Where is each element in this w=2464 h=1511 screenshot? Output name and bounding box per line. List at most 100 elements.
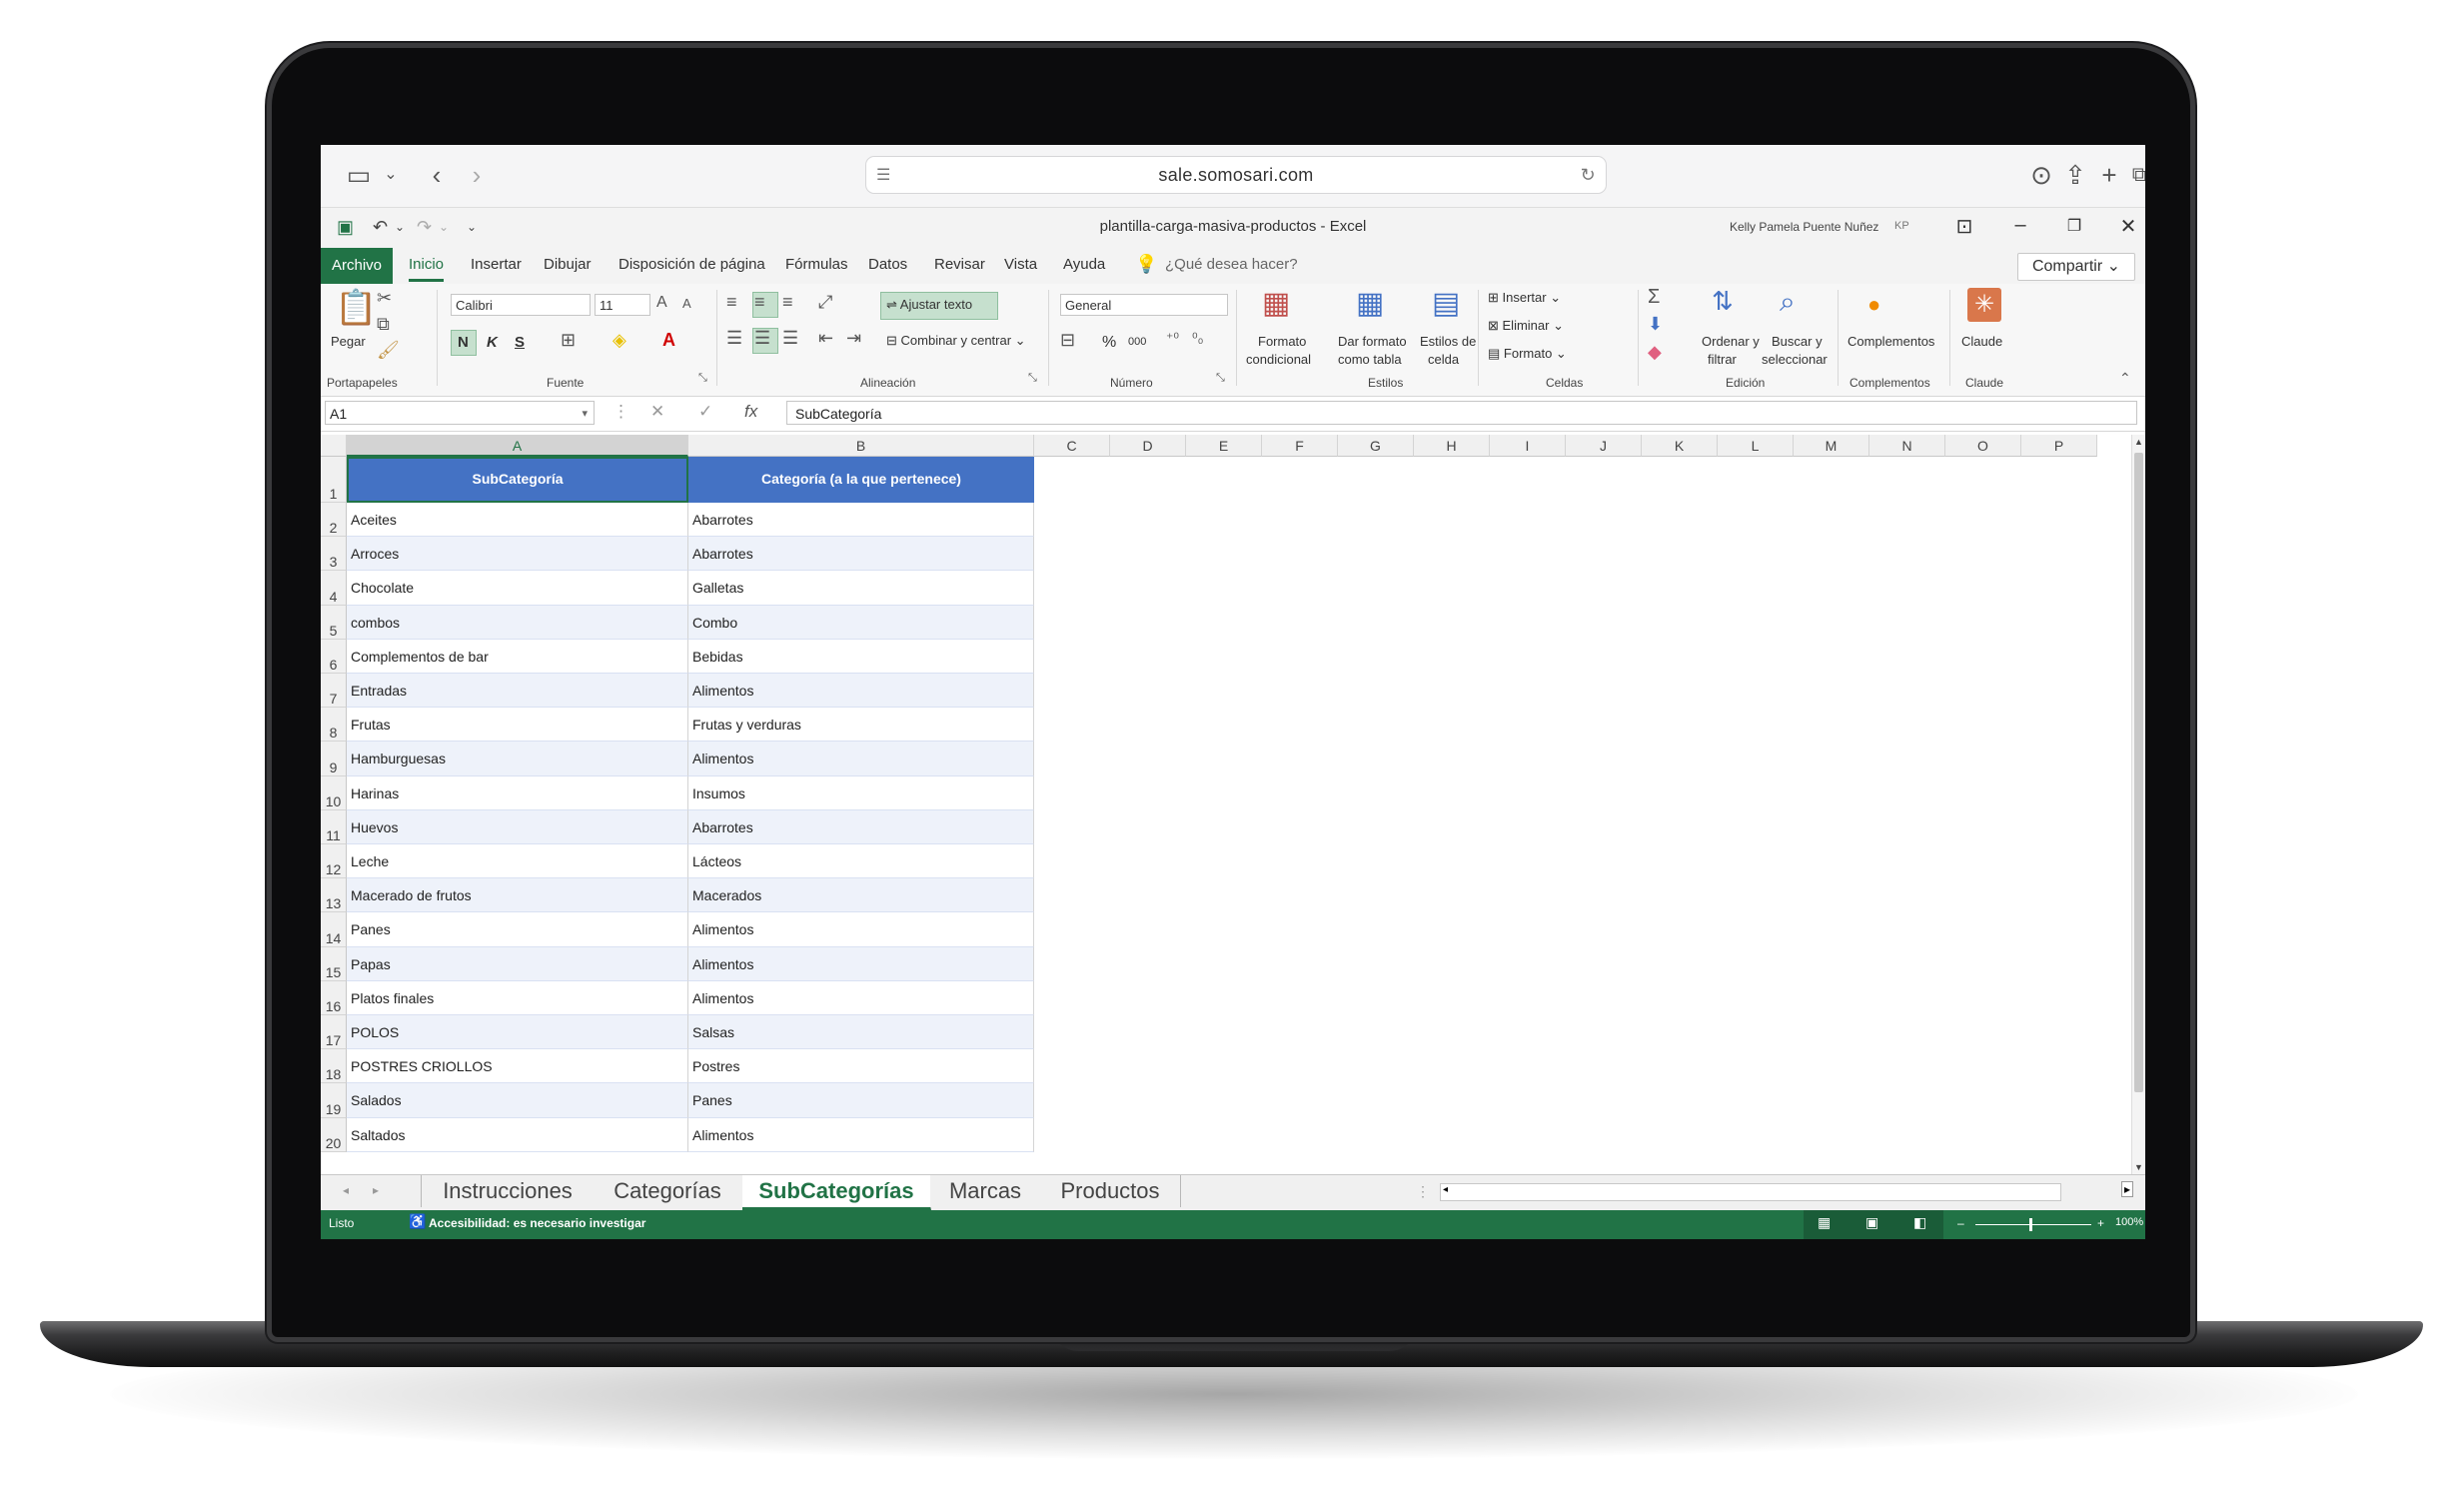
- tab-ayuda[interactable]: Ayuda: [1063, 256, 1105, 273]
- cell-styles-icon[interactable]: ▤: [1432, 286, 1460, 321]
- row-header[interactable]: 18: [321, 1049, 347, 1084]
- decrease-font-icon[interactable]: A: [682, 296, 691, 311]
- column-header[interactable]: O: [1945, 435, 2021, 457]
- column-header[interactable]: F: [1262, 435, 1338, 457]
- format-as-table-label-2[interactable]: como tabla: [1338, 352, 1402, 367]
- share-icon[interactable]: ⇪: [2059, 159, 2091, 191]
- row-header[interactable]: 6: [321, 639, 347, 674]
- category-cell[interactable]: Macerados: [688, 878, 1034, 913]
- column-header[interactable]: H: [1414, 435, 1490, 457]
- download-icon[interactable]: ⊙: [2025, 159, 2057, 191]
- scroll-up-icon[interactable]: ▲: [2134, 437, 2143, 447]
- fill-icon[interactable]: ⬇: [1648, 314, 1663, 335]
- tab-formulas[interactable]: Fórmulas: [785, 256, 848, 273]
- category-cell[interactable]: Abarrotes: [688, 809, 1034, 844]
- row-header[interactable]: 11: [321, 809, 347, 844]
- category-cell[interactable]: Panes: [688, 1083, 1034, 1118]
- column-header[interactable]: L: [1718, 435, 1794, 457]
- italic-button[interactable]: K: [487, 334, 498, 351]
- category-cell[interactable]: Alimentos: [688, 980, 1034, 1015]
- align-left-icon[interactable]: ☰: [726, 328, 742, 349]
- increase-font-icon[interactable]: A: [656, 294, 667, 312]
- row-header[interactable]: 5: [321, 605, 347, 640]
- subcategory-cell[interactable]: Hamburguesas: [347, 742, 688, 776]
- subcategory-cell[interactable]: Leche: [347, 844, 688, 879]
- fill-color-icon[interactable]: ◈: [613, 330, 626, 351]
- sheet-tab-productos[interactable]: Productos: [1040, 1175, 1181, 1207]
- font-color-icon[interactable]: A: [662, 330, 675, 351]
- cell-styles-label-2[interactable]: celda: [1428, 352, 1459, 367]
- category-cell[interactable]: Alimentos: [688, 674, 1034, 709]
- sheet-tab-instrucciones[interactable]: Instrucciones: [421, 1175, 595, 1207]
- increase-indent-icon[interactable]: ⇥: [846, 328, 861, 349]
- align-middle-icon[interactable]: ≡: [754, 292, 765, 313]
- zoom-slider-thumb[interactable]: [2029, 1218, 2032, 1231]
- increase-decimal-icon[interactable]: ⁺⁰: [1166, 330, 1179, 347]
- tab-archivo[interactable]: Archivo: [321, 248, 393, 284]
- category-cell[interactable]: Lácteos: [688, 844, 1034, 879]
- more-options-icon[interactable]: ⋮: [613, 402, 629, 422]
- conditional-format-icon[interactable]: ▦: [1262, 286, 1290, 321]
- category-cell[interactable]: Alimentos: [688, 946, 1034, 981]
- category-cell[interactable]: Alimentos: [688, 1117, 1034, 1152]
- forward-icon[interactable]: ›: [461, 159, 493, 191]
- category-cell[interactable]: Postres: [688, 1049, 1034, 1084]
- align-right-icon[interactable]: ☰: [782, 328, 798, 349]
- tab-revisar[interactable]: Revisar: [934, 256, 985, 273]
- prev-sheet-icon[interactable]: ◂: [343, 1183, 349, 1197]
- find-select-label-1[interactable]: Buscar y: [1772, 334, 1823, 349]
- font-launcher-icon[interactable]: ⤡: [698, 372, 707, 385]
- horizontal-scrollbar[interactable]: ◂: [1440, 1183, 2061, 1201]
- font-name-select[interactable]: Calibri: [451, 294, 591, 316]
- zoom-in-icon[interactable]: +: [2097, 1216, 2104, 1230]
- zoom-slider[interactable]: [1975, 1224, 2091, 1225]
- merge-center-button[interactable]: ⊟ Combinar y centrar ⌄: [886, 333, 1026, 349]
- next-sheet-icon[interactable]: ▸: [373, 1183, 379, 1197]
- sheet-tab-marcas[interactable]: Marcas: [930, 1175, 1041, 1207]
- column-header[interactable]: E: [1186, 435, 1262, 457]
- user-initials[interactable]: KP: [1894, 220, 1909, 232]
- address-bar[interactable]: ☰ sale.somosari.com ↻: [865, 156, 1607, 194]
- find-select-icon[interactable]: ⌕: [1780, 286, 1796, 319]
- orientation-icon[interactable]: ⤢: [818, 292, 832, 313]
- column-header[interactable]: D: [1110, 435, 1186, 457]
- name-box-dropdown-icon[interactable]: ▾: [582, 402, 588, 426]
- scroll-down-icon[interactable]: ▼: [2134, 1162, 2143, 1172]
- ribbon-display-icon[interactable]: ⊡: [1949, 214, 1979, 239]
- vertical-scroll-thumb[interactable]: [2134, 453, 2143, 1092]
- underline-button[interactable]: S: [515, 334, 525, 351]
- category-cell[interactable]: Alimentos: [688, 912, 1034, 947]
- percent-button[interactable]: %: [1102, 334, 1116, 352]
- sidebar-icon[interactable]: ▭: [343, 159, 375, 191]
- accounting-format-icon[interactable]: ⊟: [1060, 330, 1075, 351]
- tab-insertar[interactable]: Insertar: [471, 256, 522, 273]
- accessibility-status[interactable]: Accesibilidad: es necesario investigar: [429, 1216, 645, 1230]
- sort-filter-icon[interactable]: ⇅: [1712, 286, 1734, 317]
- subcategory-cell[interactable]: POSTRES CRIOLLOS: [347, 1049, 688, 1084]
- row-header[interactable]: 8: [321, 708, 347, 743]
- back-icon[interactable]: ‹: [421, 159, 453, 191]
- subcategory-cell[interactable]: Macerado de frutos: [347, 878, 688, 913]
- accessibility-icon[interactable]: ♿: [409, 1213, 426, 1230]
- sheet-tab-categorias[interactable]: Categorías: [593, 1175, 743, 1207]
- collapse-ribbon-icon[interactable]: ⌃: [2119, 370, 2131, 387]
- tab-inicio[interactable]: Inicio: [409, 256, 445, 282]
- worksheet-grid[interactable]: ABCDEFGHIJKLMNOP 1 2 3 4 5 6 7 8 9 10 11 12 13 14 15 16…: [321, 435, 2145, 1174]
- bold-button[interactable]: N: [458, 334, 469, 351]
- row-header[interactable]: 20: [321, 1117, 347, 1152]
- decrease-decimal-icon[interactable]: ⁰₀: [1192, 330, 1203, 347]
- row-header[interactable]: 1: [321, 457, 347, 503]
- number-launcher-icon[interactable]: ⤡: [1216, 372, 1225, 385]
- delete-cells-button[interactable]: ⊠ Eliminar ⌄: [1488, 318, 1564, 334]
- align-center-icon[interactable]: ☰: [754, 328, 770, 349]
- subcategory-cell[interactable]: Salados: [347, 1083, 688, 1118]
- borders-icon[interactable]: ⊞: [561, 330, 576, 351]
- category-cell[interactable]: Salsas: [688, 1015, 1034, 1050]
- autosum-icon[interactable]: Σ: [1648, 286, 1660, 309]
- column-header[interactable]: A: [347, 435, 688, 457]
- header-cell[interactable]: Categoría (a la que pertenece): [688, 457, 1034, 503]
- category-cell[interactable]: Abarrotes: [688, 503, 1034, 538]
- cell-styles-label-1[interactable]: Estilos de: [1420, 334, 1476, 349]
- category-cell[interactable]: Insumos: [688, 775, 1034, 810]
- row-header[interactable]: 2: [321, 503, 347, 538]
